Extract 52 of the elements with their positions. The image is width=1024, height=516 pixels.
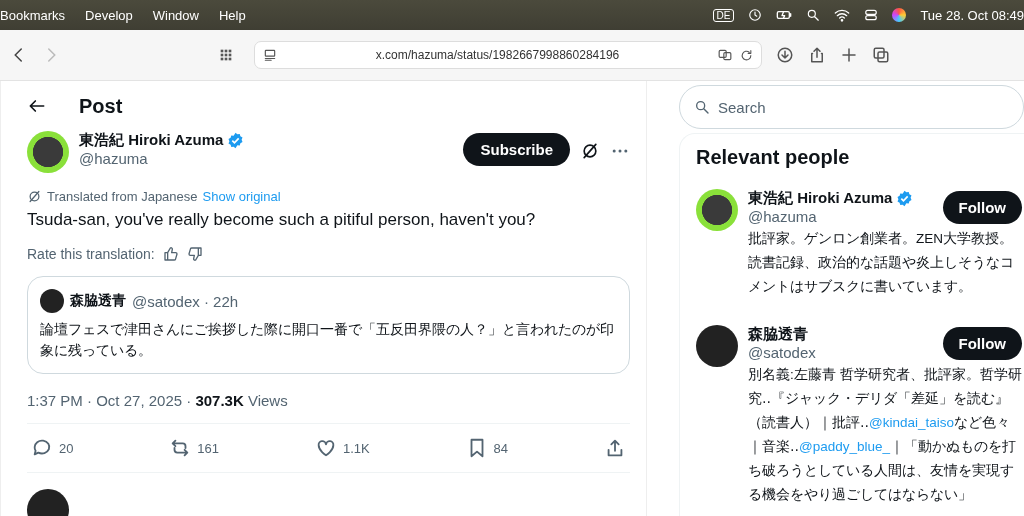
menu-item[interactable]: Window — [152, 7, 199, 23]
person-handle[interactable]: @satodex — [748, 344, 816, 361]
subscribe-button[interactable]: Subscribe — [463, 133, 570, 166]
author-name[interactable]: 東浩紀 Hiroki Azuma — [79, 131, 224, 150]
menu-item[interactable]: Develop — [85, 7, 133, 23]
wifi-icon[interactable] — [834, 7, 851, 23]
follow-button[interactable]: Follow — [942, 191, 1022, 224]
person-bio: 批評家。ゲンロン創業者。ZEN大学教授。読書記録、政治的な話題や炎上しそうなコメントはサブスクに書いています。 — [748, 230, 1015, 296]
thumbs-up-icon[interactable] — [162, 246, 179, 262]
post-text: Tsuda-san, you've really become such a pitiful person, haven't you? — [27, 210, 537, 230]
quoted-handle-time: @satodex · 22h — [132, 292, 239, 310]
follow-button[interactable]: Follow — [942, 327, 1022, 360]
reload-icon[interactable] — [740, 48, 753, 62]
author-handle[interactable]: @hazuma — [79, 150, 454, 167]
avatar[interactable] — [27, 131, 69, 173]
post-timestamp-views: 1:37 PM · Oct 27, 2025 · 307.3K Views — [27, 392, 630, 424]
quoted-author-name: 森脇透青 — [70, 292, 126, 310]
share-icon[interactable] — [808, 46, 826, 64]
action-count: 84 — [493, 440, 509, 456]
action-count: 20 — [59, 440, 74, 456]
quoted-post[interactable]: 森脇透青 @satodex · 22h 論壇フェスで津田さんにご挨拶した際に開口一番で「五反田界隈の人？」と言われたのが印象に残っている。 — [27, 276, 630, 374]
page-title: Post — [79, 94, 123, 118]
verified-badge-icon — [227, 132, 245, 149]
tabs-icon[interactable] — [872, 46, 890, 64]
plus-icon[interactable] — [840, 46, 858, 64]
person-name[interactable]: 森脇透青 — [748, 325, 808, 344]
person-handle[interactable]: @hazuma — [748, 208, 914, 225]
avatar[interactable] — [696, 325, 738, 367]
person-name[interactable]: 東浩紀 Hiroki Azuma — [748, 189, 893, 208]
person-bio: 別名義:左藤青 哲学研究者、批評家。哲学研究‥『ジャック・デリダ「差延」を読む』（読書人）｜批評‥@kindai_taisoなど色々｜音楽‥@paddy_blue_｜「動かぬものを打ち破ろうとしている人間は、友情を実現する機会をやり過ごしてはならない」 — [748, 366, 1023, 504]
search-icon[interactable] — [806, 8, 821, 22]
toggles-icon[interactable] — [864, 8, 879, 22]
page-icon — [263, 48, 277, 62]
action-count: 161 — [197, 440, 220, 456]
menu-item[interactable]: Help — [219, 7, 246, 23]
address-bar[interactable]: x.com/hazuma/status/1982667998860284196 — [254, 41, 762, 69]
quoted-text: 論壇フェスで津田さんにご挨拶した際に開口一番で「五反田界隈の人？」と言われたのが印象に残っている。 — [40, 320, 615, 360]
clock-icon[interactable] — [748, 8, 763, 22]
menu-bar-clock[interactable]: Tue 28. Oct 08:49 — [920, 7, 1024, 23]
rate-translation-label: Rate this translation: — [27, 246, 155, 262]
action-count: 1.1K — [342, 440, 370, 456]
card-title: Relevant people — [696, 146, 851, 169]
verified-badge-icon — [896, 190, 914, 207]
search-icon — [694, 99, 710, 115]
thumbs-down-icon[interactable] — [186, 246, 203, 262]
download-icon[interactable] — [776, 46, 794, 64]
avatar[interactable] — [696, 189, 738, 231]
translation-note: Translated from Japanese — [47, 189, 198, 204]
menu-item[interactable]: Bookmarks — [0, 7, 66, 23]
avatar — [40, 289, 64, 313]
input-source-badge[interactable]: DE — [712, 8, 735, 22]
grid-icon[interactable] — [218, 47, 234, 63]
